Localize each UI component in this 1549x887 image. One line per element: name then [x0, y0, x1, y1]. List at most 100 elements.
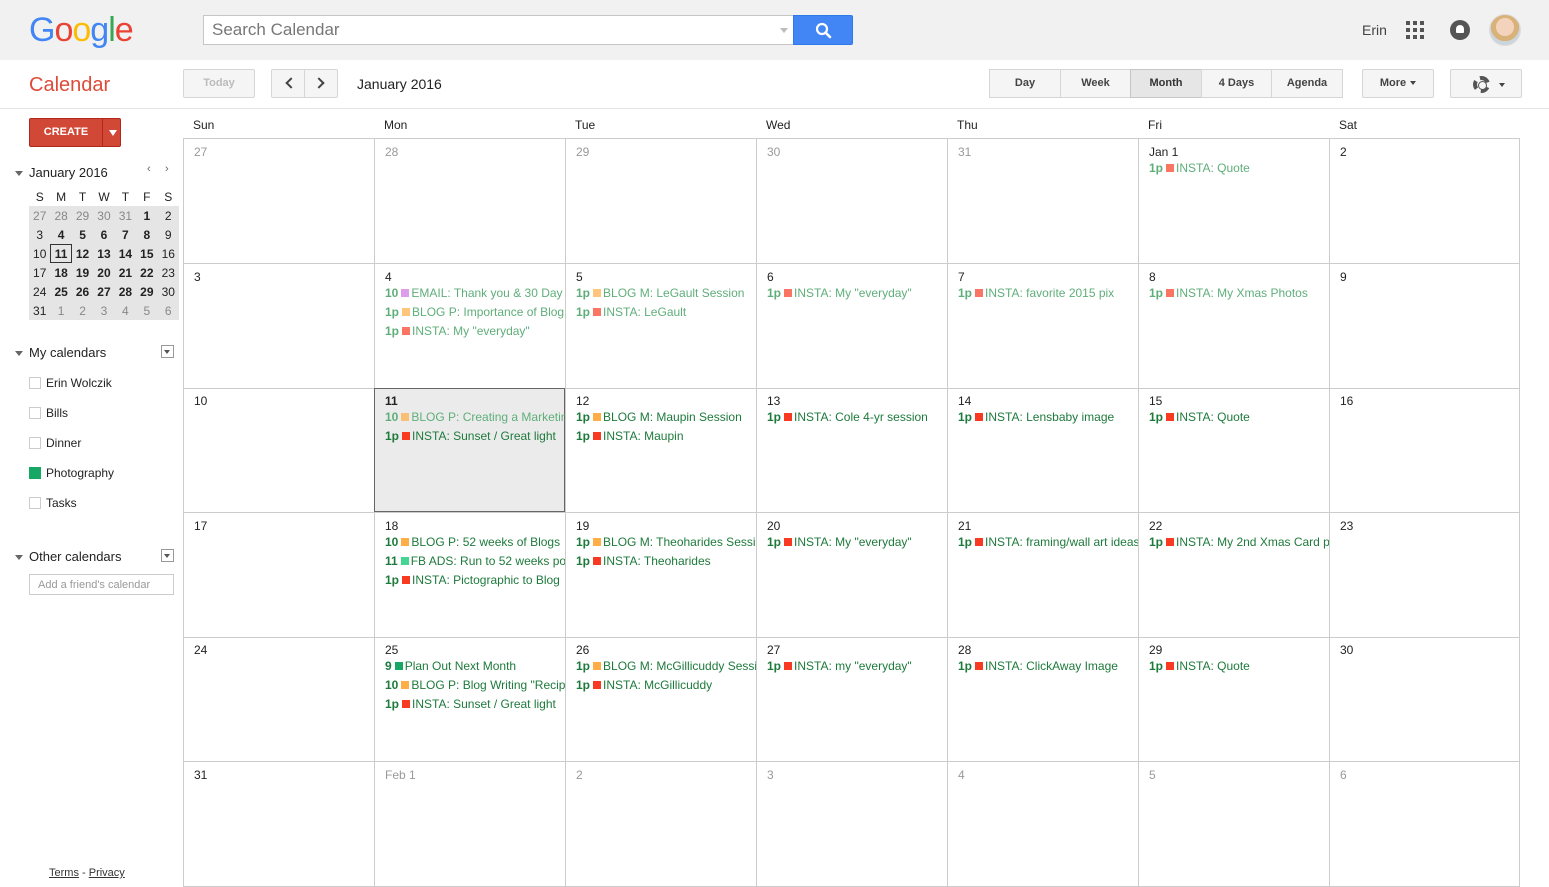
day-number[interactable]: 21 — [958, 519, 971, 533]
day-cell[interactable]: Feb 1 — [374, 762, 565, 886]
other-calendars-menu-icon[interactable] — [161, 549, 174, 562]
calendar-color-checkbox[interactable] — [29, 437, 41, 449]
day-number[interactable]: 7 — [958, 270, 965, 284]
day-number[interactable]: 17 — [194, 519, 207, 533]
day-cell[interactable]: 31 — [183, 762, 374, 886]
day-cell[interactable]: 8 1p INSTA: My Xmas Photos — [1138, 263, 1329, 388]
mini-day[interactable]: 28 — [114, 282, 137, 301]
mini-day[interactable]: 16 — [157, 244, 179, 263]
mini-day[interactable]: 21 — [114, 263, 137, 282]
calendar-event[interactable]: 1p BLOG M: Theoharides Session — [576, 535, 756, 554]
google-logo[interactable]: Google — [29, 10, 134, 50]
day-cell[interactable]: 2 — [1329, 139, 1520, 263]
day-number[interactable]: 20 — [767, 519, 780, 533]
day-number[interactable]: 31 — [958, 145, 971, 159]
mini-day[interactable]: 29 — [136, 282, 158, 301]
day-number[interactable]: 4 — [958, 768, 965, 782]
calendar-event[interactable]: 1p INSTA: Sunset / Great light — [385, 429, 565, 448]
view-week-button[interactable]: Week — [1060, 69, 1131, 98]
mini-day[interactable]: 26 — [71, 282, 94, 301]
day-cell[interactable]: 31 — [947, 139, 1138, 263]
calendar-event[interactable]: 10 BLOG P: Blog Writing "Recipe — [385, 678, 565, 697]
mini-day[interactable]: 24 — [29, 282, 51, 301]
calendar-event[interactable]: 1p BLOG M: McGillicuddy Session — [576, 659, 756, 678]
day-number[interactable]: 5 — [576, 270, 583, 284]
calendar-event[interactable]: 10 BLOG P: 52 weeks of Blogs — [385, 535, 565, 554]
calendar-event[interactable]: 1p INSTA: My 2nd Xmas Card p — [1149, 535, 1329, 554]
mini-day[interactable]: 1 — [136, 206, 158, 225]
calendar-event[interactable]: 10 BLOG P: Creating a Marketing — [385, 410, 565, 429]
mini-day[interactable]: 14 — [114, 244, 137, 263]
add-friend-calendar-input[interactable] — [29, 574, 174, 595]
collapse-mini-calendar-icon[interactable] — [15, 171, 23, 176]
day-cell[interactable]: 28 — [374, 139, 565, 263]
calendar-event[interactable]: 1p INSTA: My Xmas Photos — [1149, 286, 1329, 305]
mini-day[interactable]: 5 — [71, 225, 94, 244]
mini-day[interactable]: 2 — [71, 301, 94, 320]
day-cell[interactable]: 5 — [1138, 762, 1329, 886]
day-cell[interactable]: 4 10 EMAIL: Thank you & 30 Day 1p BLOG P: Im… — [374, 263, 565, 388]
calendar-event[interactable]: 1p INSTA: Sunset / Great light — [385, 697, 565, 716]
day-number[interactable]: 2 — [1340, 145, 1347, 159]
mini-day[interactable]: 27 — [29, 206, 51, 225]
day-number[interactable]: 9 — [1340, 270, 1347, 284]
calendar-event[interactable]: 1p BLOG M: Maupin Session — [576, 410, 756, 429]
calendar-event[interactable]: 1p INSTA: Cole 4-yr session — [767, 410, 947, 429]
mini-day[interactable]: 15 — [136, 244, 158, 263]
day-cell[interactable]: 4 — [947, 762, 1138, 886]
calendar-color-checkbox[interactable] — [29, 497, 41, 509]
day-number[interactable]: 6 — [1340, 768, 1347, 782]
day-number[interactable]: 5 — [1149, 768, 1156, 782]
day-number[interactable]: 3 — [767, 768, 774, 782]
calendar-event[interactable]: 1p INSTA: Maupin — [576, 429, 756, 448]
create-options-dropdown[interactable] — [102, 119, 121, 146]
calendar-color-checkbox[interactable] — [29, 467, 41, 479]
day-number[interactable]: 15 — [1149, 394, 1162, 408]
calendar-event[interactable]: 1p INSTA: LeGault — [576, 305, 756, 324]
day-cell[interactable]: 28 1p INSTA: ClickAway Image — [947, 637, 1138, 762]
mini-day[interactable]: 10 — [29, 244, 51, 263]
day-number[interactable]: 28 — [385, 145, 398, 159]
day-cell[interactable]: 24 — [183, 637, 374, 762]
mini-day[interactable]: 31 — [29, 301, 51, 320]
search-button[interactable] — [793, 15, 853, 45]
day-cell[interactable]: 20 1p INSTA: My "everyday" — [756, 512, 947, 637]
day-number[interactable]: 25 — [385, 643, 398, 657]
day-cell[interactable]: 16 — [1329, 388, 1520, 513]
day-number[interactable]: 26 — [576, 643, 589, 657]
day-number[interactable]: 6 — [767, 270, 774, 284]
day-cell[interactable]: 30 — [1329, 637, 1520, 762]
my-calendars-heading[interactable]: My calendars — [29, 345, 106, 360]
day-cell[interactable]: 2 — [565, 762, 756, 886]
calendar-event[interactable]: 1p INSTA: Quote — [1149, 659, 1329, 678]
mini-calendar-next-icon[interactable]: › — [165, 163, 169, 175]
day-cell[interactable]: 11 10 BLOG P: Creating a Marketing 1p INSTA:… — [374, 388, 565, 513]
day-number[interactable]: 11 — [385, 394, 398, 408]
mini-day[interactable]: 4 — [50, 225, 72, 244]
collapse-other-calendars-icon[interactable] — [15, 555, 23, 560]
day-cell[interactable]: 6 1p INSTA: My "everyday" — [756, 263, 947, 388]
day-cell[interactable]: 5 1p BLOG M: LeGault Session 1p INSTA: LeGau… — [565, 263, 756, 388]
day-number[interactable]: 4 — [385, 270, 392, 284]
today-button[interactable]: Today — [183, 69, 255, 98]
calendar-event[interactable]: 1p INSTA: ClickAway Image — [958, 659, 1138, 678]
calendar-event[interactable]: 1p INSTA: McGillicuddy — [576, 678, 756, 697]
mini-day[interactable]: 3 — [29, 225, 51, 244]
calendar-event[interactable]: 1p INSTA: favorite 2015 pix — [958, 286, 1138, 305]
mini-day[interactable]: 8 — [136, 225, 158, 244]
day-cell[interactable]: 12 1p BLOG M: Maupin Session 1p INSTA: Maupi… — [565, 388, 756, 513]
day-cell[interactable]: 17 — [183, 512, 374, 637]
calendar-event[interactable]: 1p INSTA: Theoharides — [576, 554, 756, 573]
app-title[interactable]: Calendar — [29, 74, 110, 97]
terms-link[interactable]: Terms — [49, 867, 79, 879]
next-period-button[interactable] — [304, 69, 338, 98]
day-cell[interactable]: 13 1p INSTA: Cole 4-yr session — [756, 388, 947, 513]
day-number[interactable]: 23 — [1340, 519, 1353, 533]
day-number[interactable]: 22 — [1149, 519, 1162, 533]
my-calendars-menu-icon[interactable] — [161, 345, 174, 358]
day-cell[interactable]: 26 1p BLOG M: McGillicuddy Session 1p INSTA:… — [565, 637, 756, 762]
collapse-my-calendars-icon[interactable] — [15, 351, 23, 356]
mini-day[interactable]: 4 — [114, 301, 137, 320]
mini-day[interactable]: 13 — [93, 244, 115, 263]
mini-day[interactable]: 7 — [114, 225, 137, 244]
